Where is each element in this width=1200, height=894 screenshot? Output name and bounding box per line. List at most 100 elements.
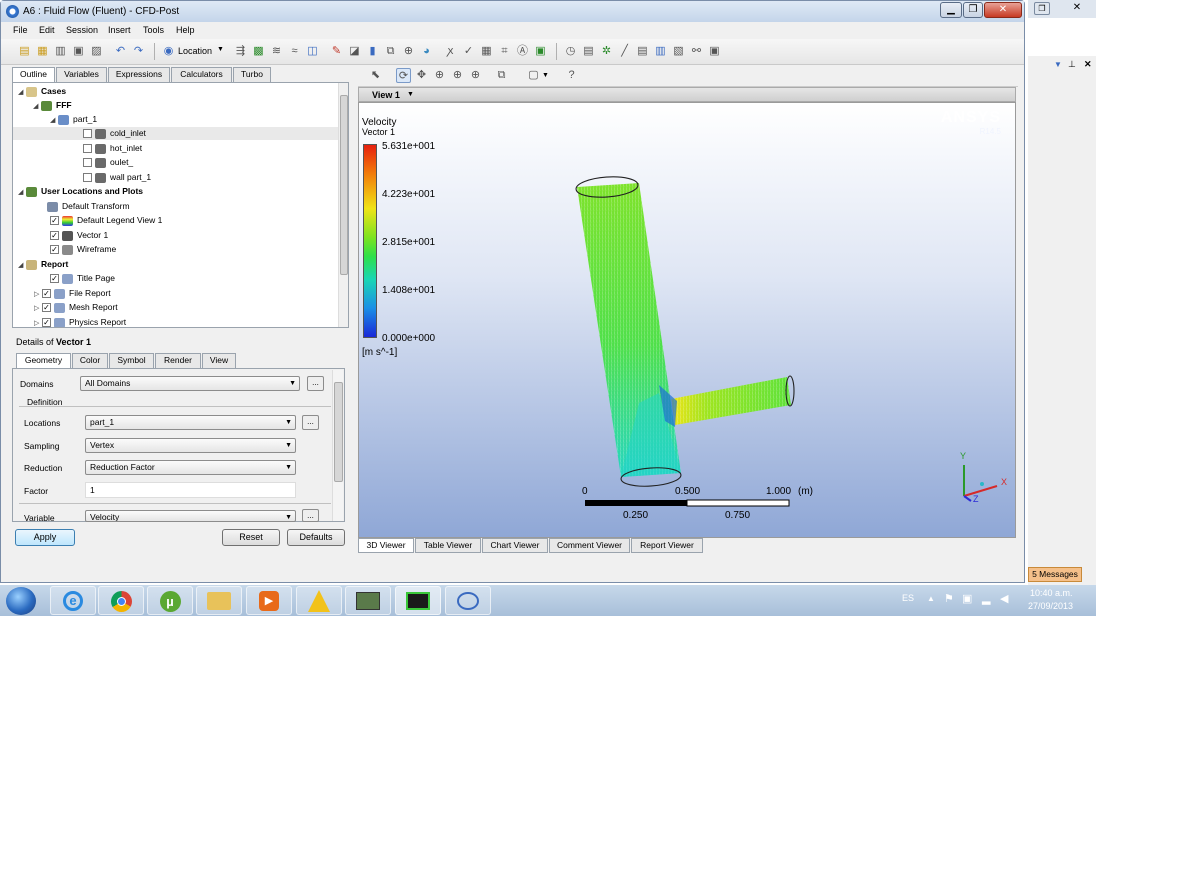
undo-icon[interactable]: ↶ [113,44,128,59]
restore-button[interactable]: ❐ [1034,2,1050,15]
expression-icon[interactable]: ✓ [461,44,476,59]
menu-file[interactable]: File [13,25,28,35]
defaults-button[interactable]: Defaults [287,529,345,546]
visibility-checkbox[interactable]: ✓ [42,303,51,313]
taskbar-chrome-icon[interactable] [98,586,144,615]
scrollbar-thumb[interactable] [340,95,348,275]
print-icon[interactable]: ▨ [89,44,104,59]
close-button[interactable]: ✕ [1064,2,1090,15]
language-indicator[interactable]: ES [902,593,914,603]
tree-item-wall[interactable]: wall part_1 [83,171,151,184]
minimize-button[interactable]: ▁ [940,2,962,18]
chevron-down-icon[interactable]: ▼ [217,46,224,53]
tree-item-legend[interactable]: ✓ Default Legend View 1 [50,214,162,227]
taskbar-media-player-icon[interactable]: ▶ [246,586,292,615]
probe-icon[interactable]: ╱ [617,44,632,59]
tab-variables[interactable]: Variables [56,67,107,82]
variable-select[interactable]: Velocity ▼ [85,510,296,522]
tab-geometry[interactable]: Geometry [16,353,71,369]
menu-help[interactable]: Help [176,25,195,35]
scrollbar-thumb[interactable] [334,382,343,482]
pan-icon[interactable]: ✥ [414,68,429,83]
visibility-checkbox[interactable] [83,129,92,139]
pin-icon[interactable]: ⊥ [1068,59,1076,70]
3d-viewport[interactable]: ANSYS R14.5 Velocity Vector 1 5.631e+001… [358,102,1016,538]
tab-view[interactable]: View [202,353,236,368]
show-hidden-icons-icon[interactable]: ▲ [927,594,935,603]
taskbar-app-icon[interactable] [445,586,491,615]
figure-icon[interactable]: ▣ [533,44,548,59]
layout-icon[interactable]: ▢ [526,68,541,83]
text-icon[interactable]: ✎ [329,44,344,59]
start-button[interactable] [6,587,36,615]
color-map-icon[interactable]: ◕ [419,44,434,59]
tree-item-physics-report[interactable]: ▷ ✓ Physics Report [34,316,126,327]
flag-icon[interactable]: ⚑ [944,592,954,605]
comment-icon[interactable]: Ⓐ [515,44,530,59]
variable-icon[interactable]: ꭗ [443,44,458,59]
tree-item-file-report[interactable]: ▷ ✓ File Report [34,287,111,300]
visibility-checkbox[interactable]: ✓ [50,231,59,241]
calculator-icon[interactable]: ✲ [599,44,614,59]
help-icon[interactable]: ? [564,68,579,83]
taskbar-explorer-icon[interactable] [196,586,242,615]
tab-outline[interactable]: Outline [12,67,55,83]
domains-more-button[interactable]: ... [307,376,324,391]
chevron-down-icon[interactable]: ▼ [542,72,549,79]
zoom-icon[interactable]: ⊕ [432,68,447,83]
expand-arrow-icon[interactable]: ▷ [34,288,42,301]
save-icon[interactable]: ▣ [71,44,86,59]
fit-view-icon[interactable]: ⧉ [494,68,509,83]
expand-arrow-icon[interactable]: ◢ [18,186,26,199]
tree-item-cold-inlet-row[interactable]: cold_inlet [13,127,348,140]
tree-item-default-transform[interactable]: Default Transform [47,200,130,213]
menu-session[interactable]: Session [66,25,98,35]
taskbar-cfd-post-icon[interactable] [395,586,441,615]
visibility-checkbox[interactable]: ✓ [50,274,59,284]
domains-select[interactable]: All Domains ▼ [80,376,300,391]
tab-expressions[interactable]: Expressions [108,67,170,82]
vector-icon[interactable]: ⇶ [233,44,248,59]
tab-chart-viewer[interactable]: Chart Viewer [482,538,548,553]
tree-item-hot-inlet[interactable]: hot_inlet [83,142,142,155]
animation-icon[interactable]: ▤ [581,44,596,59]
maximize-button[interactable]: ❐ [963,2,983,18]
table-icon[interactable]: ▦ [479,44,494,59]
legend-icon[interactable]: ▮ [365,44,380,59]
sampling-select[interactable]: Vertex ▼ [85,438,296,453]
visibility-checkbox[interactable]: ✓ [50,245,59,255]
device-icon[interactable]: ▣ [962,592,972,605]
expand-arrow-icon[interactable]: ◢ [18,86,26,99]
tree-item-fff[interactable]: ◢ FFF [33,99,72,112]
clip-plane-icon[interactable]: ◪ [347,44,362,59]
command-editor-icon[interactable]: ▣ [707,44,722,59]
chart-icon[interactable]: ⌗ [497,44,512,59]
menu-edit[interactable]: Edit [39,25,55,35]
expand-arrow-icon[interactable]: ◢ [33,100,41,113]
clock-time[interactable]: 10:40 a.m. [1030,588,1073,598]
redo-icon[interactable]: ↷ [131,44,146,59]
expand-arrow-icon[interactable]: ◢ [50,114,58,127]
volume-rendering-icon[interactable]: ◫ [305,44,320,59]
tab-symbol[interactable]: Symbol [109,353,154,368]
mesh-calculator-icon[interactable]: ▧ [671,44,686,59]
apply-button[interactable]: Apply [15,529,75,546]
tree-item-vector[interactable]: ✓ Vector 1 [50,229,108,242]
coordinate-frame-icon[interactable]: ⊕ [401,44,416,59]
select-icon[interactable]: ⬉ [368,68,383,83]
tab-table-viewer[interactable]: Table Viewer [415,538,481,553]
tab-calculators[interactable]: Calculators [171,67,232,82]
reset-button[interactable]: Reset [222,529,280,546]
zoom-fit-icon[interactable]: ⊕ [468,68,483,83]
load-icon[interactable]: ▥ [53,44,68,59]
expand-arrow-icon[interactable]: ▷ [34,302,42,315]
tree-item-mesh-report[interactable]: ▷ ✓ Mesh Report [34,301,118,314]
visibility-checkbox[interactable] [83,144,92,154]
volume-icon[interactable]: ◀ [1000,592,1008,605]
menu-insert[interactable]: Insert [108,25,131,35]
expand-arrow-icon[interactable]: ◢ [18,259,26,272]
taskbar-ie-icon[interactable]: e [50,586,96,615]
streamline-icon[interactable]: ≋ [269,44,284,59]
details-scrollbar[interactable] [332,370,343,521]
tab-color[interactable]: Color [72,353,108,368]
